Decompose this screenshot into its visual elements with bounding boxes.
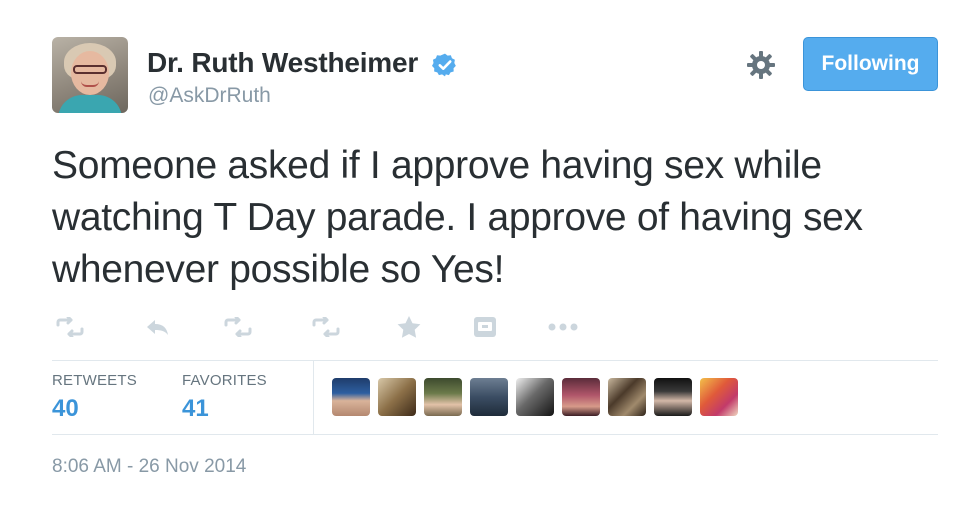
tweet-actions — [52, 312, 612, 342]
gear-icon[interactable] — [745, 49, 777, 81]
favoriter-avatar[interactable] — [562, 378, 600, 416]
favorites-count: 41 — [182, 395, 209, 422]
retweets-stat[interactable]: RETWEETS 40 — [52, 372, 137, 423]
embed-icon[interactable] — [470, 312, 500, 342]
following-button[interactable]: Following — [803, 37, 938, 91]
retweet-icon[interactable] — [220, 312, 256, 342]
favoriter-avatar[interactable] — [700, 378, 738, 416]
stats-divider-bottom — [52, 434, 938, 435]
tweet-card: Dr. Ruth Westheimer @AskDrRuth Following… — [0, 0, 980, 517]
favorites-stat[interactable]: FAVORITES 41 — [182, 372, 267, 423]
tweet-text: Someone asked if I approve having sex wh… — [52, 144, 863, 291]
verified-badge-icon — [432, 53, 456, 77]
favoriter-avatar[interactable] — [470, 378, 508, 416]
favoriter-avatar[interactable] — [424, 378, 462, 416]
favorites-label: FAVORITES — [182, 372, 267, 389]
display-name[interactable]: Dr. Ruth Westheimer — [147, 47, 418, 79]
profile-avatar[interactable] — [52, 37, 128, 113]
favoriter-avatar[interactable] — [516, 378, 554, 416]
favoriter-avatar[interactable] — [608, 378, 646, 416]
favoriter-avatar[interactable] — [654, 378, 692, 416]
favoriter-avatar[interactable] — [378, 378, 416, 416]
favorite-star-icon[interactable] — [394, 312, 424, 342]
retweets-count: 40 — [52, 395, 79, 422]
stats-divider-vertical — [313, 361, 314, 434]
stats-divider-top — [52, 360, 938, 361]
more-options-icon[interactable] — [546, 312, 580, 342]
avatar-shirt — [58, 95, 122, 113]
retweets-label: RETWEETS — [52, 372, 137, 389]
tweet-timestamp[interactable]: 8:06 AM - 26 Nov 2014 — [52, 456, 246, 478]
retweet-icon[interactable] — [308, 312, 344, 342]
avatar-glasses — [73, 65, 107, 74]
favoriter-avatar[interactable] — [332, 378, 370, 416]
screen-name[interactable]: @AskDrRuth — [148, 84, 271, 108]
retweet-icon[interactable] — [52, 312, 88, 342]
reply-icon[interactable] — [140, 312, 174, 342]
